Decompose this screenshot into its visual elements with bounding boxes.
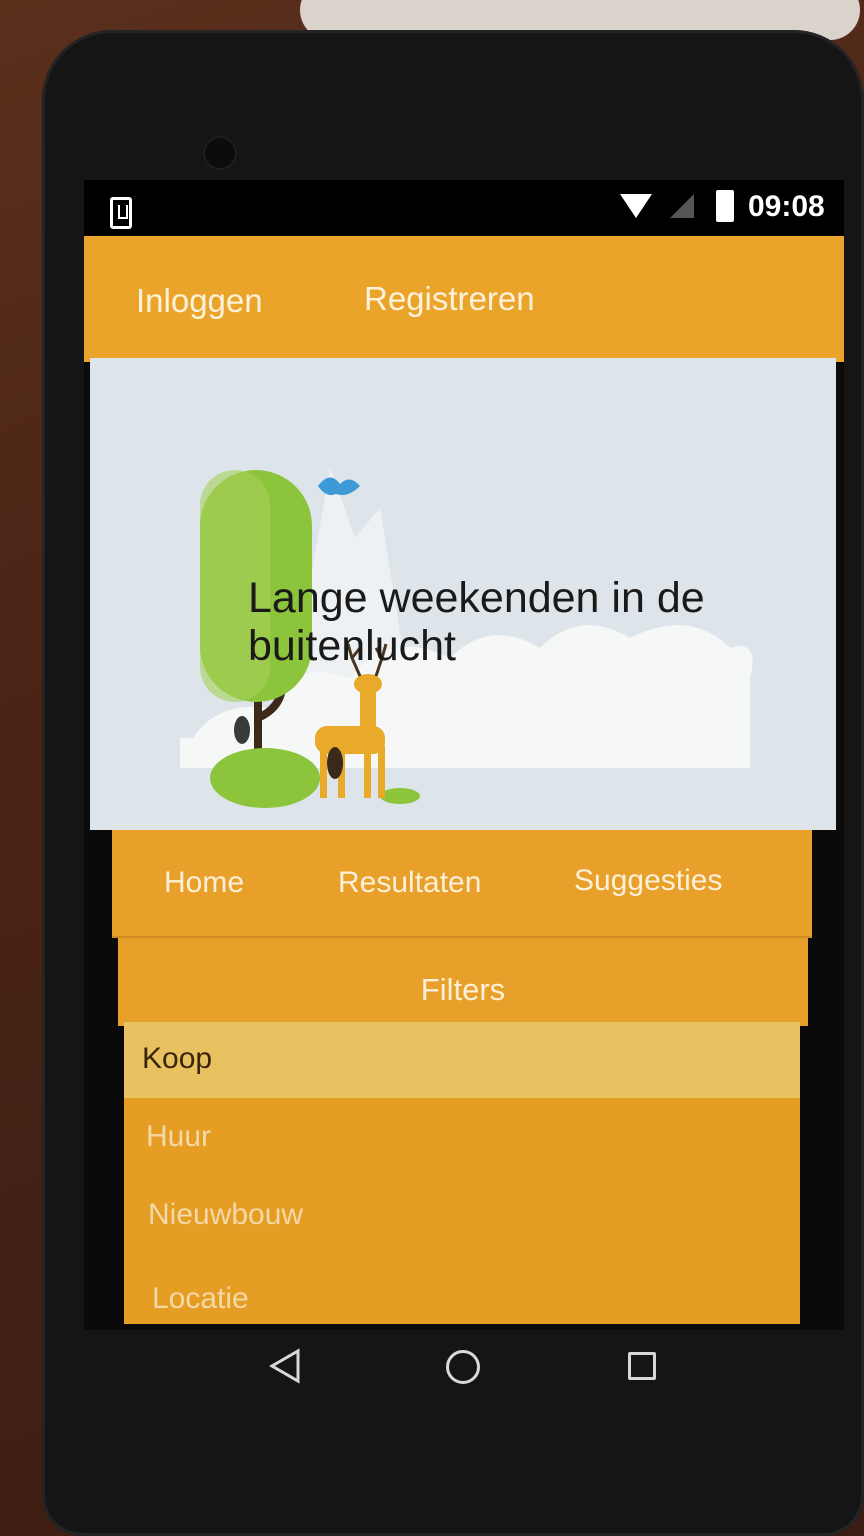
front-camera (205, 138, 235, 168)
app-header: Inloggen Registreren (84, 236, 844, 362)
tab-suggesties[interactable]: Suggesties (574, 864, 722, 898)
no-signal-icon (670, 194, 694, 218)
main-nav: Home Resultaten Suggesties (112, 830, 812, 938)
hero-title: Lange weekenden in de buitenlucht (248, 574, 705, 670)
filter-item-nieuwbouw[interactable]: Nieuwbouw (124, 1178, 800, 1254)
tab-resultaten[interactable]: Resultaten (338, 866, 481, 900)
filter-item-locatie[interactable]: Locatie (124, 1262, 800, 1324)
back-icon[interactable] (268, 1348, 302, 1384)
battery-charging-icon (716, 190, 734, 222)
filter-item-label: Huur (146, 1120, 212, 1153)
home-icon[interactable] (446, 1350, 480, 1384)
filter-item-label: Locatie (152, 1282, 249, 1315)
wifi-icon (620, 194, 652, 218)
recents-icon[interactable] (628, 1352, 656, 1380)
system-navigation-bar (84, 1330, 844, 1410)
filters-heading-bar: Filters (118, 938, 808, 1026)
filter-item-huur[interactable]: Huur (124, 1100, 800, 1176)
filters-heading: Filters (420, 972, 506, 1007)
filter-list: Koop Huur Nieuwbouw Locatie (124, 1022, 800, 1324)
filter-item-label: Nieuwbouw (148, 1198, 304, 1231)
filter-item-label: Koop (142, 1042, 213, 1075)
filter-item-koop[interactable]: Koop (124, 1022, 800, 1098)
hero-banner: Lange weekenden in de buitenlucht (90, 358, 836, 830)
download-icon (110, 197, 132, 229)
status-bar: 09:08 (84, 180, 844, 236)
login-link[interactable]: Inloggen (136, 282, 263, 320)
status-time: 09:08 (748, 190, 825, 223)
register-link[interactable]: Registreren (364, 280, 535, 318)
tab-home[interactable]: Home (164, 866, 244, 900)
